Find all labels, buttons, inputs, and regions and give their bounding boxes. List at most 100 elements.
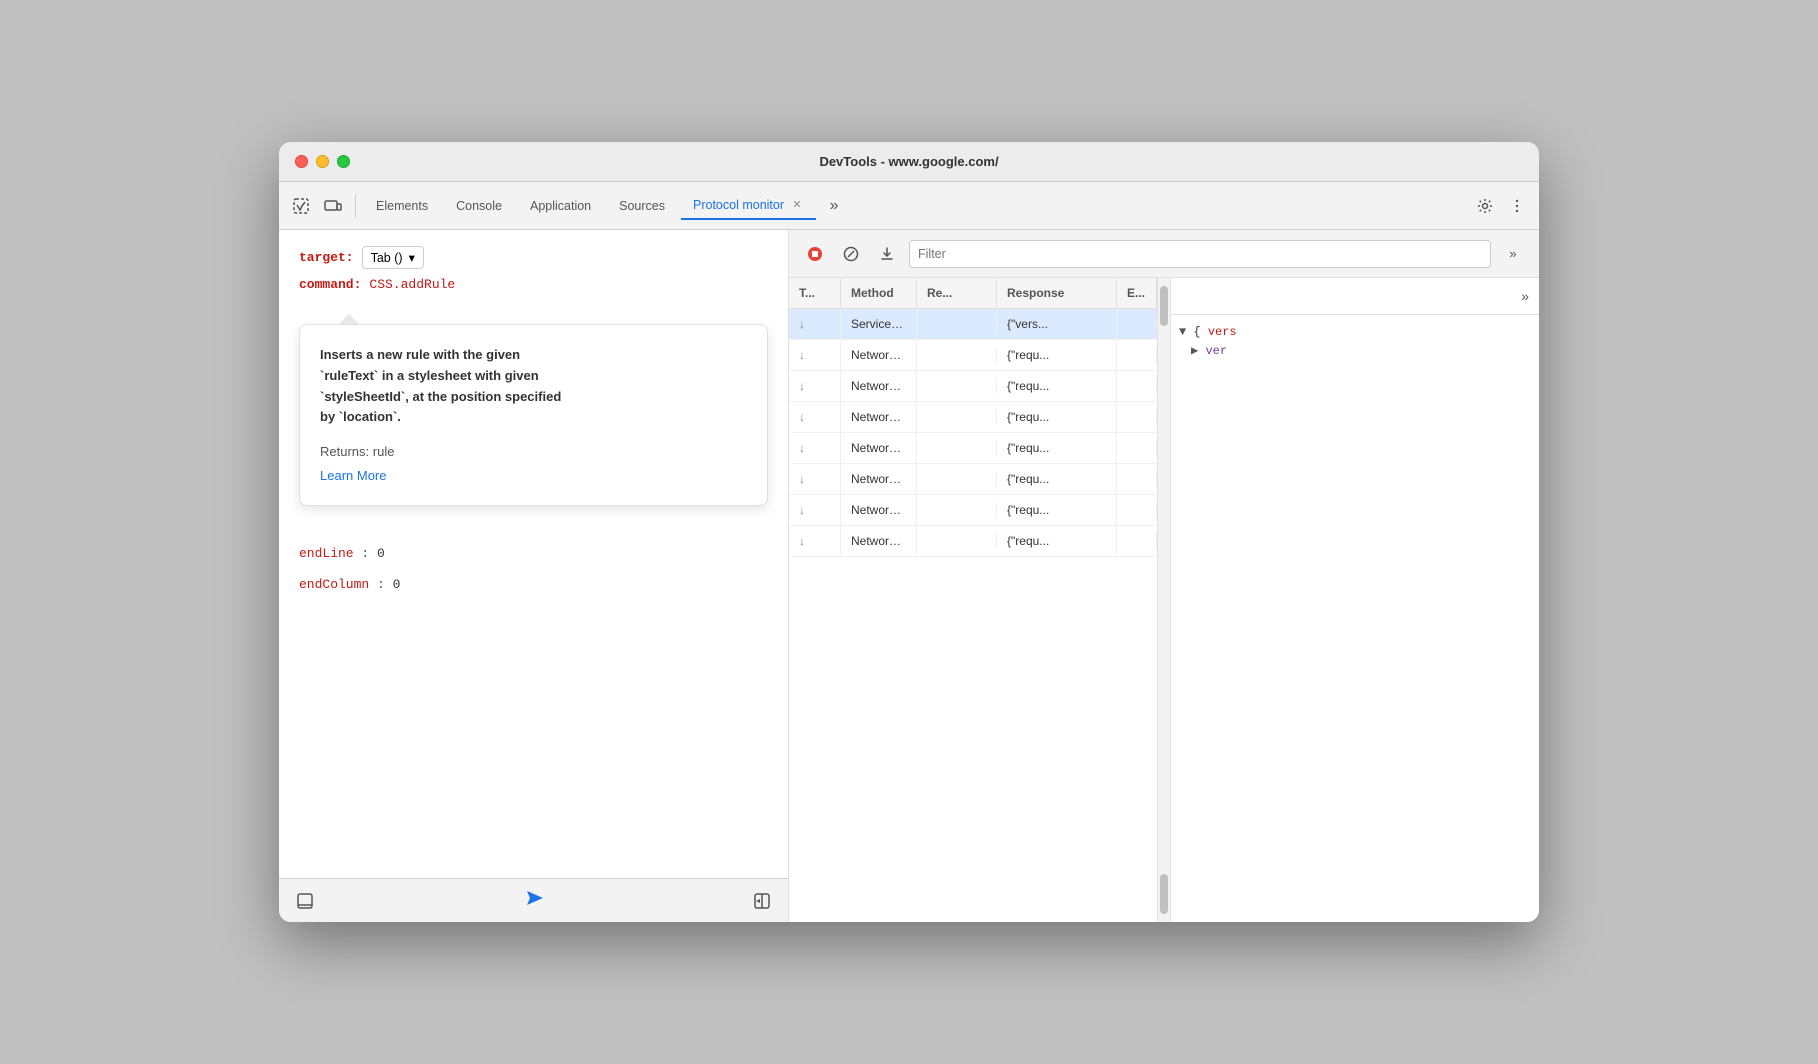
- row-type-1: ↓: [789, 340, 841, 370]
- tab-bar: Elements Console Application Sources Pro…: [279, 182, 1539, 230]
- table-body: ↓ ServiceWo... {"vers... ↓ Network.re...…: [789, 309, 1157, 557]
- row-error-2: [1117, 378, 1157, 394]
- col-header-request: Re...: [917, 278, 997, 308]
- tab-elements[interactable]: Elements: [364, 193, 440, 219]
- close-button[interactable]: [295, 155, 308, 168]
- protocol-table: T... Method Re... Response E... ↓ Servic…: [789, 278, 1158, 922]
- row-request-5: [917, 471, 997, 487]
- row-method-0: ServiceWo...: [841, 309, 917, 339]
- tab-close-icon[interactable]: ✕: [790, 198, 804, 212]
- more-tabs-icon[interactable]: »: [820, 192, 848, 220]
- code-line-endline: endLine : 0: [299, 546, 768, 561]
- table-row[interactable]: ↓ Network.lo... {"requ...: [789, 464, 1157, 495]
- row-type-6: ↓: [789, 495, 841, 525]
- stop-recording-icon[interactable]: [801, 240, 829, 268]
- endcolumn-prop: endColumn: [299, 577, 369, 592]
- target-value: Tab (): [371, 251, 403, 265]
- learn-more-link[interactable]: Learn More: [320, 468, 386, 483]
- tooltip-container: Inserts a new rule with the given `ruleT…: [299, 324, 768, 506]
- left-panel: target: Tab () ▾ command: CSS.addRule: [279, 230, 789, 922]
- tooltip-arrow: [339, 314, 359, 324]
- command-value: CSS.addRule: [369, 277, 455, 292]
- more-columns-icon[interactable]: »: [1499, 240, 1527, 268]
- expand-detail-icon[interactable]: »: [1521, 288, 1529, 304]
- row-type-2: ↓: [789, 371, 841, 401]
- tab-separator: [355, 194, 356, 218]
- scrollbar-thumb-bottom: [1160, 874, 1168, 914]
- drawer-icon[interactable]: [291, 887, 319, 915]
- split-icon[interactable]: [748, 887, 776, 915]
- endcolumn-val: 0: [393, 577, 401, 592]
- clear-icon[interactable]: [837, 240, 865, 268]
- dropdown-arrow-icon: ▾: [409, 250, 415, 265]
- tooltip-box: Inserts a new rule with the given `ruleT…: [299, 324, 768, 506]
- tab-console[interactable]: Console: [444, 193, 514, 219]
- responsive-icon[interactable]: [319, 192, 347, 220]
- table-row[interactable]: ↓ Network.re... {"requ...: [789, 433, 1157, 464]
- tooltip-text: Inserts a new rule with the given `ruleT…: [320, 345, 747, 428]
- row-method-7: Network.re...: [841, 526, 917, 556]
- target-row: target: Tab () ▾: [299, 246, 768, 269]
- window-title: DevTools - www.google.com/: [819, 154, 998, 169]
- row-request-1: [917, 347, 997, 363]
- minimize-button[interactable]: [316, 155, 329, 168]
- tooltip-arrow-inner: [340, 305, 358, 314]
- row-type-7: ↓: [789, 526, 841, 556]
- row-error-4: [1117, 440, 1157, 456]
- row-error-7: [1117, 533, 1157, 549]
- table-row[interactable]: ↓ Network.re... {"requ...: [789, 495, 1157, 526]
- settings-icon[interactable]: [1471, 192, 1499, 220]
- collapse-icon[interactable]: ▼: [1179, 325, 1186, 339]
- command-row: command: CSS.addRule: [299, 277, 768, 292]
- traffic-lights: [295, 155, 350, 168]
- detail-panel: » ▼ { vers ▶ ver: [1170, 278, 1539, 922]
- tab-application[interactable]: Application: [518, 193, 603, 219]
- col-header-type: T...: [789, 278, 841, 308]
- detail-header: »: [1171, 278, 1539, 315]
- json-line2: ▶ ver: [1179, 342, 1531, 361]
- row-response-4: {"requ...: [997, 433, 1117, 463]
- right-content: T... Method Re... Response E... ↓ Servic…: [789, 278, 1539, 922]
- command-label: command:: [299, 277, 361, 292]
- devtools-window: DevTools - www.google.com/ Elements Cons…: [279, 142, 1539, 922]
- fullscreen-button[interactable]: [337, 155, 350, 168]
- menu-icon[interactable]: [1503, 192, 1531, 220]
- row-error-0: [1117, 316, 1157, 332]
- bottom-left: [291, 887, 319, 915]
- row-response-7: {"requ...: [997, 526, 1117, 556]
- tab-protocol-monitor[interactable]: Protocol monitor ✕: [681, 192, 816, 220]
- json-line1: ▼ { vers: [1179, 323, 1531, 342]
- row-error-5: [1117, 471, 1157, 487]
- filter-input[interactable]: [909, 240, 1491, 268]
- tab-protocol-monitor-label: Protocol monitor: [693, 198, 784, 212]
- row-request-3: [917, 409, 997, 425]
- expand-icon[interactable]: ▶: [1191, 344, 1198, 358]
- row-response-2: {"requ...: [997, 371, 1117, 401]
- row-type-5: ↓: [789, 464, 841, 494]
- row-request-0: [917, 316, 997, 332]
- table-row[interactable]: ↓ Network.re... {"requ...: [789, 371, 1157, 402]
- row-response-0: {"vers...: [997, 309, 1117, 339]
- row-method-3: Network.re...: [841, 402, 917, 432]
- target-label: target:: [299, 250, 354, 265]
- send-button[interactable]: [523, 887, 545, 914]
- download-icon[interactable]: [873, 240, 901, 268]
- bottom-right: [748, 887, 776, 915]
- target-dropdown[interactable]: Tab () ▾: [362, 246, 424, 269]
- right-toolbar: »: [789, 230, 1539, 278]
- row-request-4: [917, 440, 997, 456]
- row-method-2: Network.re...: [841, 371, 917, 401]
- row-method-5: Network.lo...: [841, 464, 917, 494]
- table-row[interactable]: ↓ Network.re... {"requ...: [789, 402, 1157, 433]
- table-row[interactable]: ↓ Network.re... {"requ...: [789, 340, 1157, 371]
- table-row[interactable]: ↓ ServiceWo... {"vers...: [789, 309, 1157, 340]
- inspect-icon[interactable]: [287, 192, 315, 220]
- tooltip-returns: Returns: rule: [320, 444, 747, 459]
- row-method-4: Network.re...: [841, 433, 917, 463]
- row-error-1: [1117, 347, 1157, 363]
- endline-prop: endLine: [299, 546, 354, 561]
- table-scrollbar[interactable]: [1158, 278, 1170, 922]
- table-row[interactable]: ↓ Network.re... {"requ...: [789, 526, 1157, 557]
- tab-sources[interactable]: Sources: [607, 193, 677, 219]
- col-header-response: Response: [997, 278, 1117, 308]
